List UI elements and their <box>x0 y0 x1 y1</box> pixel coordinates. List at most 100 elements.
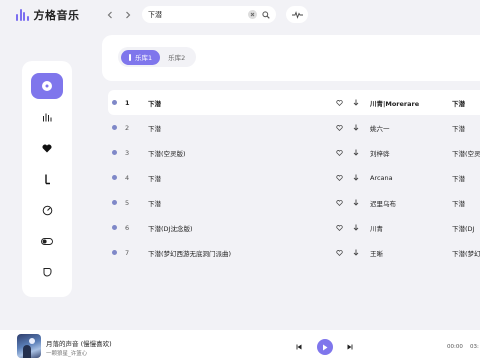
sidebar-item-disc[interactable] <box>31 73 63 99</box>
forward-button[interactable] <box>121 8 135 22</box>
download-button[interactable] <box>353 190 359 215</box>
song-title: 下潜 <box>148 99 161 108</box>
download-arrow-icon <box>353 249 359 256</box>
heart-outline-icon <box>336 224 343 231</box>
pulse-icon <box>291 10 303 19</box>
download-button[interactable] <box>353 215 359 240</box>
song-artist[interactable]: 姚六一 <box>370 115 390 140</box>
search-button[interactable] <box>262 10 270 19</box>
chevron-left-icon <box>107 11 112 19</box>
song-row[interactable]: 6 下潜(DJ沈念版) 川青 下潜(DJ <box>108 215 480 240</box>
sidebar-item-toggle[interactable] <box>31 228 63 254</box>
play-icon <box>323 344 328 350</box>
song-artist[interactable]: 王晰 <box>370 240 383 265</box>
search-input[interactable] <box>148 10 248 19</box>
download-arrow-icon <box>353 224 359 231</box>
time-total: 03: <box>470 344 479 350</box>
like-button[interactable] <box>336 140 343 165</box>
chevron-right-icon <box>126 11 131 19</box>
download-button[interactable] <box>353 90 359 115</box>
app-logo: 方格音乐 <box>16 7 80 23</box>
like-button[interactable] <box>336 190 343 215</box>
sound-wave-button[interactable] <box>286 6 308 23</box>
close-icon <box>250 12 255 17</box>
now-playing-artist: 一颗狼星_许篮心 <box>46 351 88 357</box>
play-button[interactable] <box>317 339 333 355</box>
song-row[interactable]: 7 下潜(梦幻西游无底洞门派曲) 王晰 下潜(梦幻 <box>108 240 480 265</box>
row-dot <box>112 100 117 105</box>
disc-icon <box>42 81 52 91</box>
chart-bars-icon <box>43 113 52 122</box>
like-button[interactable] <box>336 215 343 240</box>
previous-icon <box>296 344 302 350</box>
song-album[interactable]: 下潜(空灵 <box>452 140 480 165</box>
like-button[interactable] <box>336 90 343 115</box>
download-arrow-icon <box>353 149 359 156</box>
download-icon <box>45 174 50 184</box>
song-title: 下潜 <box>148 199 161 208</box>
like-button[interactable] <box>336 115 343 140</box>
tab-label: 乐库2 <box>168 54 186 62</box>
song-album[interactable]: 下潜(DJ <box>452 215 480 240</box>
sidebar-item-charts[interactable] <box>31 104 63 130</box>
tab-library-2[interactable]: 乐库2 <box>160 50 193 65</box>
song-number: 5 <box>125 198 130 207</box>
song-row[interactable]: 4 下潜 Arcana 下潜 <box>108 165 480 190</box>
heart-outline-icon <box>336 174 343 181</box>
music-bars-icon <box>16 9 29 21</box>
song-album[interactable]: 下潜 <box>452 90 480 115</box>
tab-library-1[interactable]: 乐库1 <box>121 49 161 65</box>
download-arrow-icon <box>353 124 359 131</box>
sidebar <box>22 61 72 297</box>
toggle-icon <box>41 237 53 245</box>
download-button[interactable] <box>353 240 359 265</box>
row-dot <box>112 175 117 180</box>
player-bar: 月落的声音 (慢慢喜欢) 一颗狼星_许篮心 00:00 03: <box>0 330 480 364</box>
heart-outline-icon <box>336 99 343 106</box>
song-number: 4 <box>125 173 130 182</box>
song-number: 2 <box>125 123 130 132</box>
song-row[interactable]: 5 下潜 迟里乌布 下潜 <box>108 190 480 215</box>
previous-button[interactable] <box>292 340 306 354</box>
song-artist[interactable]: 川青|Morerare <box>370 90 419 115</box>
song-number: 1 <box>125 98 130 107</box>
song-album[interactable]: 下潜 <box>452 190 480 215</box>
row-dot <box>112 225 117 230</box>
song-artist[interactable]: 川青 <box>370 215 383 240</box>
song-row[interactable]: 2 下潜 姚六一 下潜 <box>108 115 480 140</box>
song-row[interactable]: 3 下潜(空灵版) 刘梓骅 下潜(空灵 <box>108 140 480 165</box>
search-box <box>142 6 276 23</box>
gauge-icon <box>42 205 52 215</box>
album-cover[interactable] <box>17 334 41 358</box>
like-button[interactable] <box>336 165 343 190</box>
sidebar-item-favorites[interactable] <box>31 135 63 161</box>
like-button[interactable] <box>336 240 343 265</box>
next-button[interactable] <box>343 340 357 354</box>
song-artist[interactable]: 迟里乌布 <box>370 190 396 215</box>
library-tabs: 乐库1 乐库2 <box>118 47 197 67</box>
song-album[interactable]: 下潜 <box>452 165 480 190</box>
song-artist[interactable]: 刘梓骅 <box>370 140 390 165</box>
clear-search-button[interactable] <box>248 10 257 19</box>
next-icon <box>347 344 353 350</box>
download-arrow-icon <box>353 174 359 181</box>
song-album[interactable]: 下潜(梦幻 <box>452 240 480 265</box>
row-dot <box>112 125 117 130</box>
sidebar-item-gauge[interactable] <box>31 197 63 223</box>
sidebar-item-downloads[interactable] <box>31 166 63 192</box>
back-button[interactable] <box>103 8 117 22</box>
song-number: 3 <box>125 148 130 157</box>
song-album[interactable]: 下潜 <box>452 115 480 140</box>
song-title: 下潜(DJ沈念版) <box>148 224 193 233</box>
sidebar-item-leaf[interactable] <box>31 259 63 285</box>
download-button[interactable] <box>353 115 359 140</box>
time-current: 00:00 <box>447 344 463 350</box>
song-artist[interactable]: Arcana <box>370 165 393 190</box>
heart-outline-icon <box>336 199 343 206</box>
app-title: 方格音乐 <box>33 9 80 22</box>
download-button[interactable] <box>353 140 359 165</box>
download-arrow-icon <box>353 99 359 106</box>
heart-outline-icon <box>336 149 343 156</box>
download-button[interactable] <box>353 165 359 190</box>
song-row[interactable]: 1 下潜 川青|Morerare 下潜 <box>108 90 480 115</box>
